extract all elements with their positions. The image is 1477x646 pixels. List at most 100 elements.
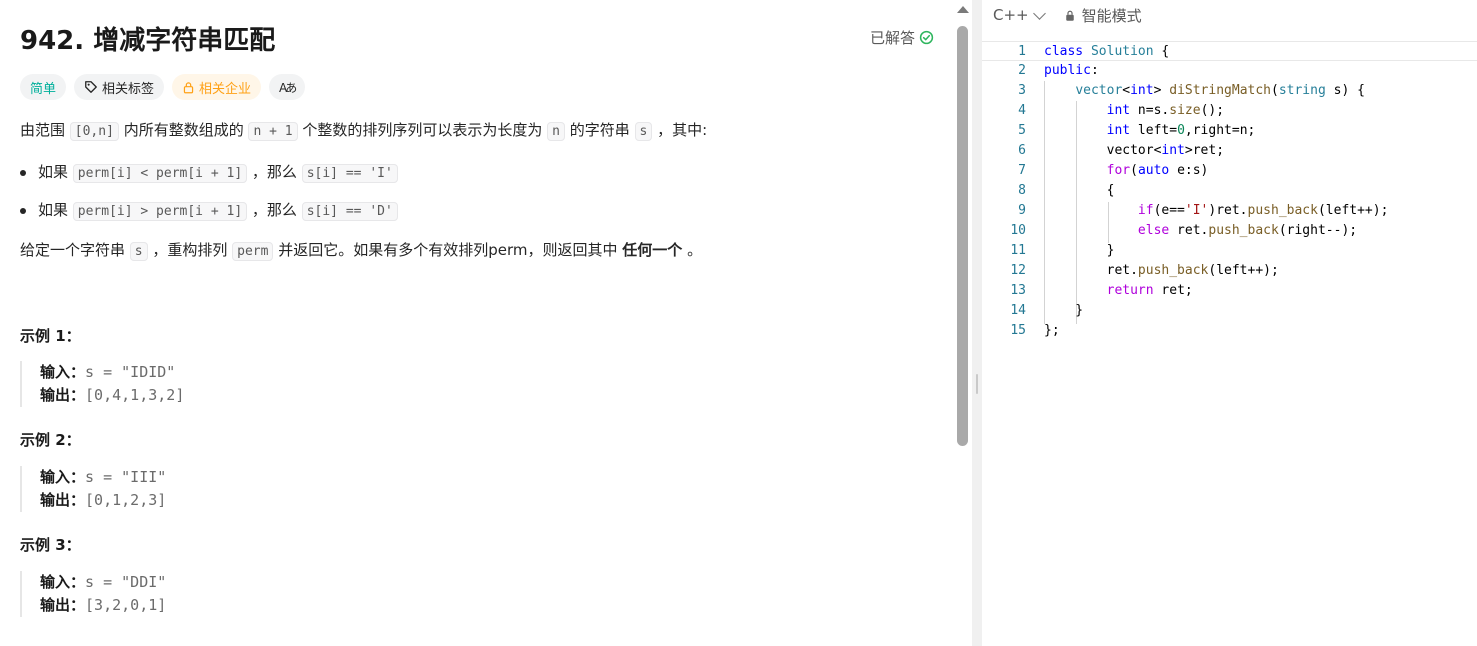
scrollbar-thumb[interactable]: [957, 26, 968, 446]
text: ，那么: [247, 163, 302, 181]
related-tags-button[interactable]: 相关标签: [74, 74, 165, 100]
inline-code: perm[i] < perm[i + 1]: [72, 164, 248, 183]
text: ，重构排列: [147, 241, 233, 259]
chevron-down-icon: [1032, 6, 1046, 20]
input-label: 输入：: [40, 468, 86, 486]
code-line[interactable]: 13 return ret;: [982, 281, 1477, 301]
output-label: 输出：: [40, 596, 86, 614]
translate-button[interactable]: Aあ: [269, 74, 306, 100]
line-number: 9: [1018, 203, 1026, 218]
output-label: 输出：: [40, 386, 86, 404]
code-text: for(auto e:s): [1106, 163, 1209, 178]
line-number: 14: [1010, 303, 1026, 318]
code-editor[interactable]: 1 class Solution { 2 public: 3 vector<int>…: [982, 41, 1477, 646]
example-block: 输入：s = "III" 输出：[0,1,2,3]: [20, 466, 166, 512]
difficulty-tag[interactable]: 简单: [20, 74, 67, 100]
inline-code: s[i] == 'I': [301, 164, 398, 183]
code-line[interactable]: 10 else ret.push_back(right--);: [982, 221, 1477, 241]
code-line[interactable]: 14 }: [982, 301, 1477, 321]
problem-panel: 942. 增减字符串匹配 已解答 简单 相关标签 相关企业 Aあ 由范围 [0,…: [0, 0, 972, 646]
code-line[interactable]: 6 vector<int>ret;: [982, 141, 1477, 161]
language-selector[interactable]: C++: [993, 6, 1046, 24]
inline-code: perm: [232, 242, 274, 261]
code-line[interactable]: 7 for(auto e:s): [982, 161, 1477, 181]
example-block: 输入：s = "IDID" 输出：[0,4,1,3,2]: [20, 361, 184, 407]
code-editor-panel: C++ 智能模式 1 class Solution { 2 public: 3 ve…: [982, 0, 1477, 646]
inline-code: s: [129, 242, 148, 261]
code-line[interactable]: 5 int left=0,right=n;: [982, 121, 1477, 141]
related-companies-button[interactable]: 相关企业: [172, 74, 262, 100]
code-line[interactable]: 15};: [982, 321, 1477, 341]
code-line[interactable]: 9 if(e=='I')ret.push_back(left++);: [982, 201, 1477, 221]
code-text: };: [1044, 323, 1060, 338]
editor-mode-label: 智能模式: [1081, 6, 1142, 25]
text: 的字符串: [564, 121, 635, 139]
code-text: }: [1044, 303, 1084, 318]
input-value: s = "DDI": [85, 573, 167, 591]
splitter-grip[interactable]: [976, 374, 978, 394]
related-companies-label: 相关企业: [199, 81, 252, 97]
rule-bullet-increase: 如果 perm[i] < perm[i + 1] ，那么 s[i] == 'I': [20, 160, 398, 186]
scroll-up-arrow-icon[interactable]: [957, 6, 969, 13]
solved-status: 已解答: [870, 27, 934, 48]
example-title: 示例 2：: [20, 431, 81, 449]
code-line[interactable]: 8 {: [982, 181, 1477, 201]
translate-icon: Aあ: [279, 80, 297, 95]
rule-bullet-decrease: 如果 perm[i] > perm[i + 1] ，那么 s[i] == 'D': [20, 198, 398, 224]
line-number: 12: [1010, 263, 1026, 278]
solved-label: 已解答: [869, 29, 915, 47]
code-line[interactable]: 1 class Solution {: [982, 41, 1477, 61]
text: 并返回它。如果有多个有效排列perm，则返回其中: [273, 241, 623, 259]
code-text: vector<int> diStringMatch(string s) {: [1075, 83, 1365, 98]
tag-icon: [85, 81, 97, 93]
line-number: 11: [1010, 243, 1026, 258]
code-line[interactable]: 12 ret.push_back(left++);: [982, 261, 1477, 281]
example-block: 输入：s = "DDI" 输出：[3,2,0,1]: [20, 571, 166, 617]
output-value: [0,1,2,3]: [85, 491, 167, 509]
code-text: {: [1044, 183, 1115, 198]
code-line[interactable]: 4 int n=s.size();: [982, 101, 1477, 121]
line-number: 6: [1018, 143, 1026, 158]
line-number: 7: [1018, 163, 1026, 178]
example-input: 输入：s = "III": [40, 466, 166, 489]
line-number: 15: [1010, 323, 1026, 338]
text: 给定一个字符串: [20, 241, 130, 259]
code-text: class Solution {: [1044, 44, 1170, 59]
editor-mode-button[interactable]: 智能模式: [1064, 5, 1142, 26]
example-input: 输入：s = "DDI": [40, 571, 166, 594]
code-line[interactable]: 2 public:: [982, 61, 1477, 81]
description-paragraph-2: 给定一个字符串 s ，重构排列 perm 并返回它。如果有多个有效排列perm，…: [20, 238, 702, 264]
example-title: 示例 1：: [20, 327, 81, 345]
text: 如果: [38, 201, 73, 219]
lock-icon: [1065, 10, 1074, 21]
text: 由范围: [20, 121, 70, 139]
example-output: 输出：[0,4,1,3,2]: [40, 384, 184, 407]
code-line[interactable]: 11 }: [982, 241, 1477, 261]
example-output: 输出：[0,1,2,3]: [40, 489, 166, 512]
code-text: }: [1044, 243, 1115, 258]
output-value: [0,4,1,3,2]: [85, 386, 185, 404]
code-line[interactable]: 3 vector<int> diStringMatch(string s) {: [982, 81, 1477, 101]
input-value: s = "IDID": [85, 363, 176, 381]
inline-code: perm[i] > perm[i + 1]: [72, 202, 248, 221]
line-number: 10: [1010, 223, 1026, 238]
input-label: 输入：: [40, 363, 86, 381]
example-title: 示例 3：: [20, 536, 81, 554]
inline-code: n + 1: [248, 122, 298, 141]
text: 。: [682, 241, 703, 259]
code-text: else ret.push_back(right--);: [1137, 223, 1358, 238]
output-label: 输出：: [40, 491, 86, 509]
input-value: s = "III": [85, 468, 167, 486]
panel-splitter[interactable]: [972, 0, 982, 646]
bold-text: 任何一个: [622, 241, 683, 259]
check-circle-icon: [919, 30, 934, 45]
code-text: vector<int>ret;: [1044, 143, 1225, 158]
difficulty-label: 简单: [30, 81, 57, 97]
inline-code: s[i] == 'D': [301, 202, 398, 221]
description-paragraph-1: 由范围 [0,n] 内所有整数组成的 n + 1 个整数的排列序列可以表示为长度…: [20, 118, 707, 144]
text: ，那么: [247, 201, 302, 219]
inline-code: s: [634, 122, 653, 141]
editor-toolbar: C++ 智能模式: [982, 0, 1477, 30]
tag-row: 简单 相关标签 相关企业 Aあ: [20, 74, 306, 100]
line-number: 5: [1018, 123, 1026, 138]
